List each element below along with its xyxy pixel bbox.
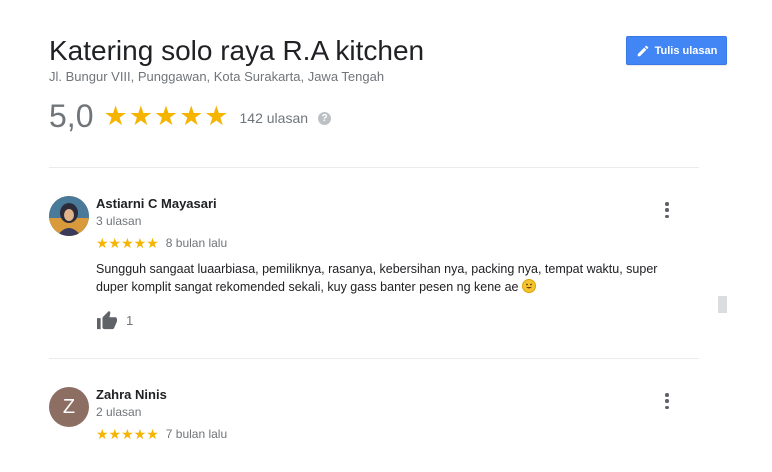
review-stars: ★★★★★ <box>96 426 159 440</box>
reviewer-name[interactable]: Zahra Ninis <box>96 387 696 403</box>
review-clip: Z Zahra Ninis 2 ulasan ★★★★★ 7 bulan lal… <box>0 0 772 440</box>
reviewer-review-count: 2 ulasan <box>96 405 142 419</box>
avatar[interactable]: Z <box>49 387 89 427</box>
review-date: 7 bulan lalu <box>165 427 228 440</box>
more-options-button[interactable] <box>659 391 675 411</box>
